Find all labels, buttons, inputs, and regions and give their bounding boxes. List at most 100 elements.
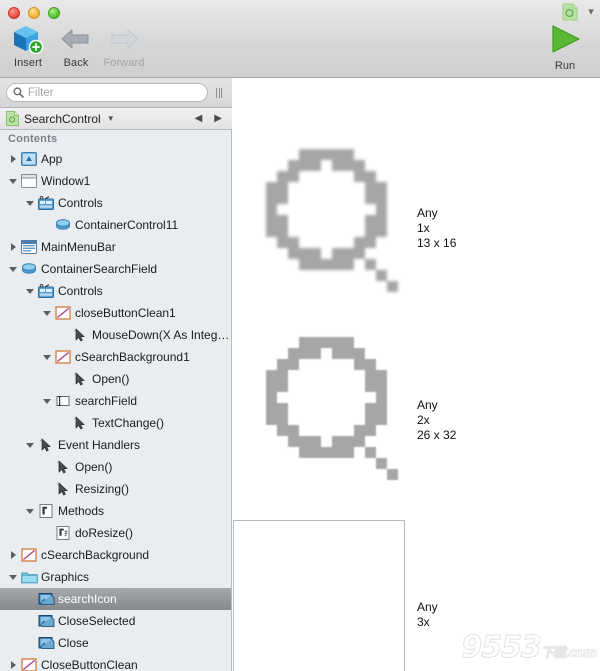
tree-item-controls[interactable]: Controls xyxy=(0,192,231,214)
variant-any-label: Any xyxy=(417,600,438,614)
image-variant-2x[interactable]: Any 2x 26 x 32 xyxy=(233,318,600,508)
insert-button[interactable]: Insert xyxy=(4,22,52,69)
tree-item-label: searchIcon xyxy=(58,592,117,606)
cube-add-icon xyxy=(11,22,45,56)
tree-item-controls[interactable]: Controls xyxy=(0,280,231,302)
grip-handle-icon[interactable] xyxy=(212,87,226,98)
image-icon xyxy=(37,591,55,607)
tree-item-label: Window1 xyxy=(41,174,91,188)
chevron-down-icon[interactable] xyxy=(40,398,54,404)
chevron-down-icon[interactable] xyxy=(6,266,20,272)
tree-item-resizing[interactable]: Resizing() xyxy=(0,478,231,500)
nav-previous-button[interactable]: ◀ xyxy=(195,113,203,124)
xojo-project-icon[interactable] xyxy=(562,3,578,21)
tree-item-closebuttonclean[interactable]: CloseButtonClean xyxy=(0,654,231,671)
tree-item-closebuttonclean1[interactable]: closeButtonClean1 xyxy=(0,302,231,324)
chevron-down-icon[interactable] xyxy=(40,310,54,316)
variant-scale-label: 1x xyxy=(417,221,430,235)
tree-item-label: ContainerSearchField xyxy=(41,262,158,276)
tree-item-label: Resizing() xyxy=(75,482,130,496)
methods-icon xyxy=(37,503,55,519)
project-tab-bar: SearchControl ▼ ◀ ▶ xyxy=(0,108,232,130)
tree-item-label: cSearchBackground xyxy=(41,548,150,562)
chevron-down-icon[interactable] xyxy=(6,178,20,184)
tree-item-label: Methods xyxy=(58,504,105,518)
tree-item-containersearchfield[interactable]: ContainerSearchField xyxy=(0,258,231,280)
close-window-button[interactable] xyxy=(8,7,20,19)
image-variant-meta: Any 1x 13 x 16 xyxy=(417,206,456,251)
tree-item-graphics[interactable]: Graphics xyxy=(0,566,231,588)
tree-item-close[interactable]: Close xyxy=(0,632,231,654)
container-icon xyxy=(54,217,72,233)
xojo-ide-window: Insert Back Forward Run ▾ Filter SearchC… xyxy=(0,0,600,671)
minimize-window-button[interactable] xyxy=(28,7,40,19)
tree-item-textchange[interactable]: TextChange() xyxy=(0,412,231,434)
arrow-right-icon xyxy=(107,22,141,56)
run-button[interactable]: Run xyxy=(538,22,592,74)
tree-item-label: Open() xyxy=(75,460,113,474)
tree-item-label: CloseSelected xyxy=(58,614,136,628)
textfield-icon xyxy=(54,393,72,409)
arrow-left-icon xyxy=(59,22,93,56)
tab-title[interactable]: SearchControl xyxy=(24,112,101,126)
zoom-window-button[interactable] xyxy=(48,7,60,19)
tree-item-doresize[interactable]: doResize() xyxy=(0,522,231,544)
play-triangle-icon xyxy=(538,22,592,56)
tree-item-mainmenubar[interactable]: MainMenuBar xyxy=(0,236,231,258)
tree-item-containercontrol11[interactable]: ContainerControl11 xyxy=(0,214,231,236)
canvas-icon xyxy=(54,349,72,365)
tree-item-label: ContainerControl11 xyxy=(75,218,179,232)
menu-chevron-icon[interactable]: ▾ xyxy=(584,4,598,20)
chevron-down-icon[interactable] xyxy=(23,288,37,294)
tree-item-methods[interactable]: Methods xyxy=(0,500,231,522)
search-icon xyxy=(13,87,24,98)
tree-item-event-handlers[interactable]: Event Handlers xyxy=(0,434,231,456)
run-button-label: Run xyxy=(554,60,576,72)
tree-item-csearchbackground1[interactable]: cSearchBackground1 xyxy=(0,346,231,368)
filter-search-field[interactable] xyxy=(6,83,208,102)
tree-item-searchfield[interactable]: searchField xyxy=(0,390,231,412)
image-variant-1x[interactable]: Any 1x 13 x 16 xyxy=(233,132,600,322)
tree-item-csearchbackground[interactable]: cSearchBackground xyxy=(0,544,231,566)
search-input[interactable] xyxy=(28,86,201,99)
empty-image-drop-target[interactable] xyxy=(233,520,405,671)
project-navigator-sidebar[interactable]: Contents App Window1 Controls ContainerCont… xyxy=(0,130,232,671)
contents-section-header: Contents xyxy=(8,133,58,145)
chevron-down-icon[interactable] xyxy=(40,354,54,360)
image-variant-3x[interactable]: Any 3x xyxy=(233,518,600,671)
forward-button[interactable]: Forward xyxy=(100,22,148,69)
back-button[interactable]: Back xyxy=(52,22,100,69)
tree-item-label: searchField xyxy=(75,394,138,408)
canvas-icon xyxy=(20,547,38,563)
tree-item-mousedown-x-as-intege[interactable]: MouseDown(X As Intege... xyxy=(0,324,231,346)
chevron-right-icon[interactable] xyxy=(6,551,20,559)
canvas-icon xyxy=(54,305,72,321)
variant-scale-label: 2x xyxy=(417,413,430,427)
variant-size-label: 13 x 16 xyxy=(417,236,457,250)
tree-item-searchicon[interactable]: searchIcon xyxy=(0,588,231,610)
tree-item-closeselected[interactable]: CloseSelected xyxy=(0,610,231,632)
chevron-down-icon[interactable]: ▼ xyxy=(107,114,115,123)
controls-icon xyxy=(37,195,55,211)
chevron-down-icon[interactable] xyxy=(23,442,37,448)
controls-icon xyxy=(37,283,55,299)
image-editor-pane[interactable]: Any 1x 13 x 16 Any 2x 26 x 32 Any 3x 9553下载.com xyxy=(233,130,600,671)
chevron-right-icon[interactable] xyxy=(6,243,20,251)
tree-item-window1[interactable]: Window1 xyxy=(0,170,231,192)
chevron-right-icon[interactable] xyxy=(6,661,20,669)
tree-item-label: Graphics xyxy=(41,570,90,584)
tree-item-open[interactable]: Open() xyxy=(0,368,231,390)
insert-button-label: Insert xyxy=(13,57,43,69)
image-icon xyxy=(37,613,55,629)
event-icon xyxy=(54,481,72,497)
chevron-right-icon[interactable] xyxy=(6,155,20,163)
chevron-down-icon[interactable] xyxy=(23,200,37,206)
project-tree[interactable]: App Window1 Controls ContainerControl11 Main… xyxy=(0,148,231,671)
chevron-down-icon[interactable] xyxy=(23,508,37,514)
tree-item-open[interactable]: Open() xyxy=(0,456,231,478)
event-icon xyxy=(71,327,89,343)
tree-item-app[interactable]: App xyxy=(0,148,231,170)
chevron-down-icon[interactable] xyxy=(6,574,20,580)
tree-item-label: doResize() xyxy=(75,526,134,540)
nav-next-button[interactable]: ▶ xyxy=(214,113,222,124)
